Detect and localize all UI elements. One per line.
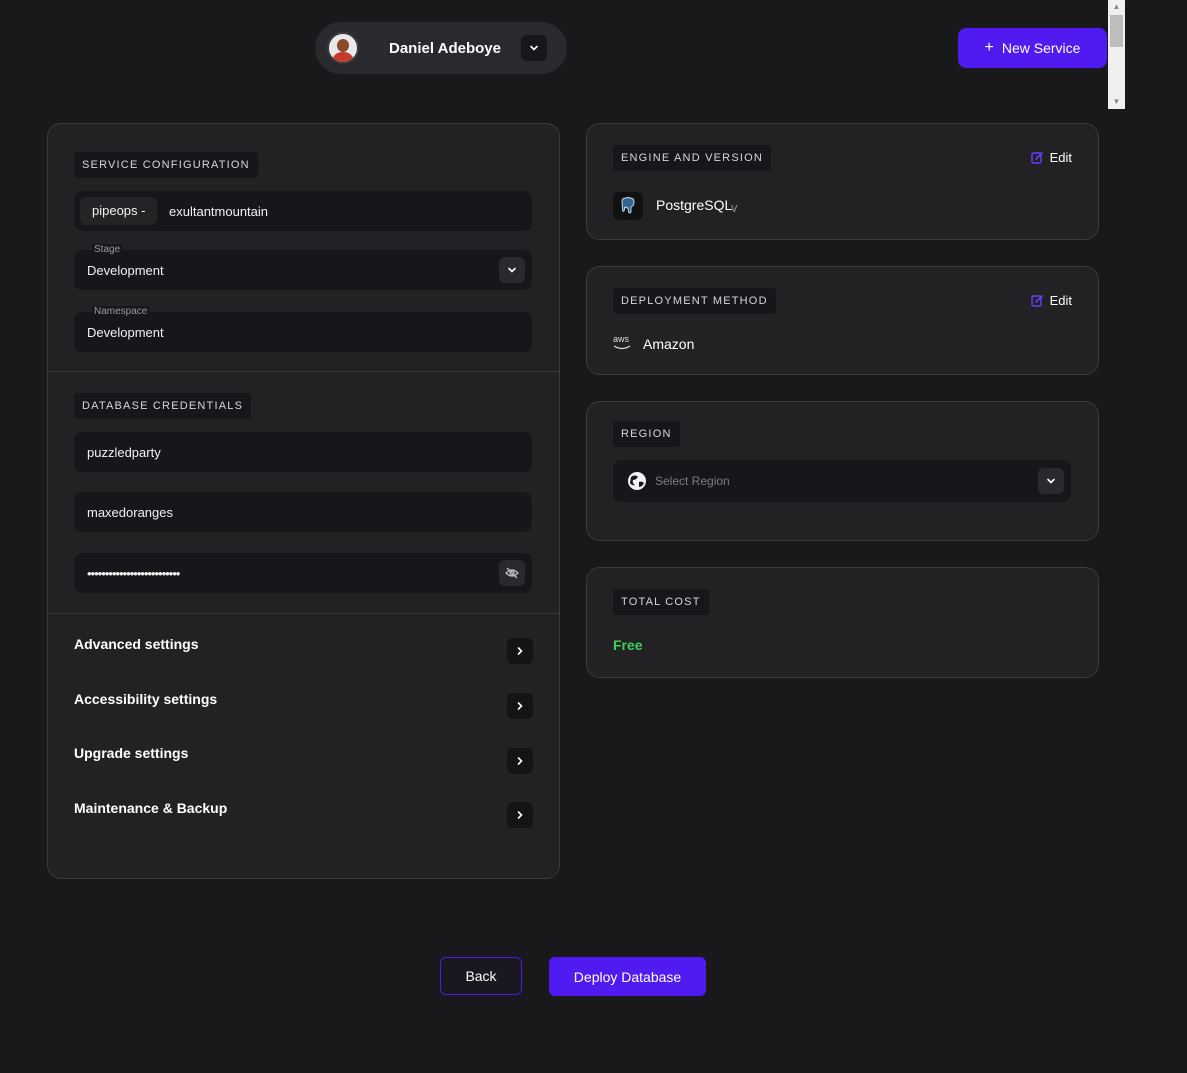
region-title: REGION [613, 421, 680, 447]
eye-off-icon[interactable] [499, 560, 525, 586]
divider [48, 371, 559, 372]
engine-title: ENGINE AND VERSION [613, 145, 772, 171]
avatar [327, 32, 359, 64]
engine-version: v [731, 200, 738, 215]
user-name: Daniel Adeboye [389, 39, 501, 57]
edit-engine-button[interactable]: Edit [1030, 150, 1072, 165]
user-switcher[interactable]: Daniel Adeboye [315, 22, 567, 74]
region-placeholder: Select Region [655, 474, 730, 488]
service-name-prefix: pipeops - [80, 197, 158, 225]
divider [48, 613, 559, 614]
namespace-value: Development [87, 325, 164, 340]
new-service-label: New Service [1001, 40, 1081, 56]
postgresql-icon [613, 192, 643, 220]
scroll-up-icon[interactable]: ▲ [1108, 0, 1125, 14]
password-value: •••••••••••••••••••••••••• [87, 566, 180, 581]
scrollbar[interactable]: ▲ ▼ [1108, 0, 1125, 109]
username-field[interactable]: maxedoranges [74, 492, 532, 532]
chevron-right-icon[interactable] [507, 802, 533, 828]
upgrade-settings-row[interactable]: Upgrade settings [74, 745, 533, 774]
namespace-label: Namespace [92, 306, 150, 317]
scrollbar-thumb[interactable] [1110, 15, 1123, 47]
cost-title: TOTAL COST [613, 589, 709, 615]
aws-icon: aws [613, 334, 631, 350]
service-name-value: exultantmountain [169, 204, 269, 219]
chevron-right-icon[interactable] [507, 748, 533, 774]
stage-value: Development [87, 263, 164, 278]
setting-label: Upgrade settings [74, 745, 189, 761]
globe-icon [628, 472, 646, 490]
edit-icon [1030, 295, 1043, 307]
accessibility-settings-row[interactable]: Accessibility settings [74, 691, 533, 719]
edit-label: Edit [1049, 150, 1072, 165]
database-name-value: puzzledparty [87, 445, 161, 460]
setting-label: Advanced settings [74, 636, 199, 652]
namespace-field[interactable]: Namespace Development [74, 306, 532, 352]
provider-name: Amazon [643, 336, 695, 352]
cost-panel: TOTAL COST Free [586, 567, 1099, 678]
maintenance-backup-row[interactable]: Maintenance & Backup [74, 800, 533, 828]
engine-panel: ENGINE AND VERSION Edit PostgreSQL v [586, 123, 1099, 240]
stage-label: Stage [92, 244, 123, 255]
credentials-title: DATABASE CREDENTIALS [74, 393, 252, 419]
engine-name: PostgreSQL [656, 197, 733, 213]
chevron-down-icon[interactable] [499, 257, 525, 283]
edit-icon [1030, 152, 1043, 164]
back-button[interactable]: Back [440, 957, 522, 995]
edit-label: Edit [1049, 293, 1072, 308]
service-name-field[interactable]: pipeops - exultantmountain [74, 191, 532, 231]
service-config-title: SERVICE CONFIGURATION [74, 152, 258, 178]
stage-select[interactable]: Stage Development [74, 244, 532, 290]
edit-deployment-button[interactable]: Edit [1030, 293, 1072, 308]
chevron-right-icon[interactable] [507, 693, 533, 719]
region-select[interactable]: Select Region [613, 460, 1071, 502]
chevron-down-icon[interactable] [1038, 468, 1064, 494]
chevron-right-icon[interactable] [507, 638, 533, 664]
advanced-settings-row[interactable]: Advanced settings [74, 636, 533, 664]
setting-label: Maintenance & Backup [74, 800, 228, 816]
new-service-button[interactable]: + New Service [958, 28, 1107, 68]
plus-icon: + [984, 39, 994, 56]
username-value: maxedoranges [87, 505, 173, 520]
chevron-down-icon[interactable] [521, 35, 547, 61]
deployment-title: DEPLOYMENT METHOD [613, 288, 776, 314]
password-field[interactable]: •••••••••••••••••••••••••• [74, 553, 532, 593]
deployment-panel: DEPLOYMENT METHOD Edit aws Amazon [586, 266, 1099, 375]
setting-label: Accessibility settings [74, 691, 218, 707]
service-config-panel: SERVICE CONFIGURATION pipeops - exultant… [47, 123, 560, 879]
scroll-down-icon[interactable]: ▼ [1108, 95, 1125, 109]
database-name-field[interactable]: puzzledparty [74, 432, 532, 472]
region-panel: REGION Select Region [586, 401, 1099, 541]
deploy-database-button[interactable]: Deploy Database [549, 957, 706, 996]
cost-value: Free [613, 637, 643, 653]
